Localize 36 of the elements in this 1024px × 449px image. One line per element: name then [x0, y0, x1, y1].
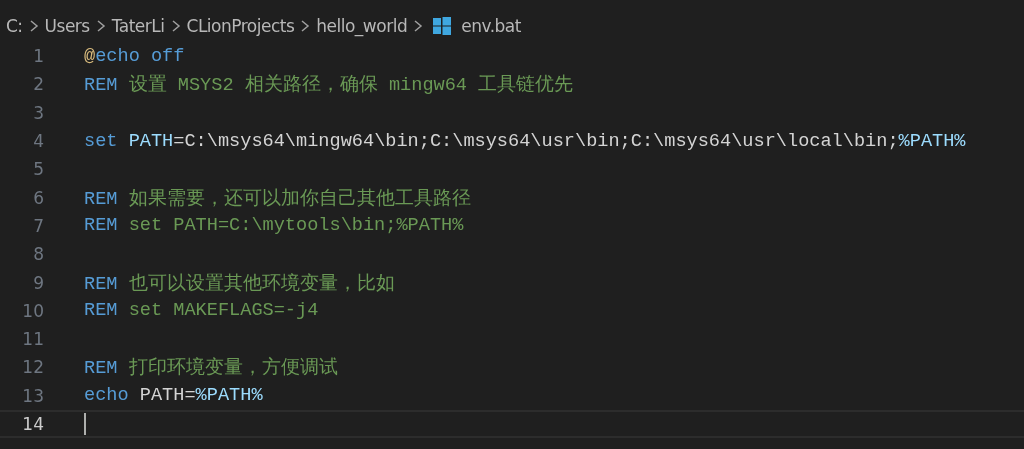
breadcrumb-item[interactable]: hello_world: [316, 16, 408, 36]
line-number: 12: [21, 357, 44, 378]
line-number: 2: [32, 74, 44, 95]
code-line: REM 打印环境变量，方便调试: [84, 356, 338, 381]
line-number: 13: [21, 385, 44, 406]
line-number: 5: [32, 159, 44, 180]
chevron-icon: [95, 19, 106, 33]
code-line: REM set MAKEFLAGS=-j4: [84, 300, 319, 322]
chevron-icon: [170, 19, 181, 33]
line-number: 14: [21, 414, 44, 434]
breadcrumb-item[interactable]: Users: [44, 16, 90, 36]
breadcrumb-item[interactable]: TaterLi: [111, 16, 165, 36]
line-number: 11: [21, 329, 44, 350]
breadcrumb-item[interactable]: C:: [6, 16, 23, 36]
code-line: REM set PATH=C:\mytools\bin;%PATH%: [84, 215, 464, 237]
line-number: 9: [32, 272, 44, 293]
code-line: REM 如果需要，还可以加你自己其他工具路径: [84, 187, 471, 211]
code-line: REM 也可以设置其他环境变量，比如: [84, 272, 395, 296]
windows-icon: [433, 17, 452, 35]
line-number: 10: [21, 300, 44, 321]
line-number: 7: [32, 215, 44, 236]
code-line: REM 设置 MSYS2 相关路径，确保 mingw64 工具链优先: [84, 73, 574, 98]
chevron-icon: [413, 19, 424, 33]
code-line: set PATH=C:\msys64\mingw64\bin;C:\msys64\usr\bin;C:\msys64\usr\local\bin;%PATH%: [84, 130, 966, 152]
line-number: 8: [32, 244, 44, 265]
text-cursor: [84, 413, 86, 435]
line-number: 3: [32, 102, 44, 123]
breadcrumb-item[interactable]: CLionProjects: [186, 16, 295, 36]
line-number: 6: [32, 187, 44, 208]
breadcrumb-item[interactable]: env.bat: [461, 16, 521, 36]
line-number: 1: [32, 46, 44, 67]
chevron-icon: [28, 19, 39, 33]
code-line: echo PATH=%PATH%: [84, 385, 263, 407]
chevron-icon: [300, 19, 311, 33]
line-number: 4: [32, 131, 44, 152]
code-line: @echo off: [84, 45, 185, 67]
